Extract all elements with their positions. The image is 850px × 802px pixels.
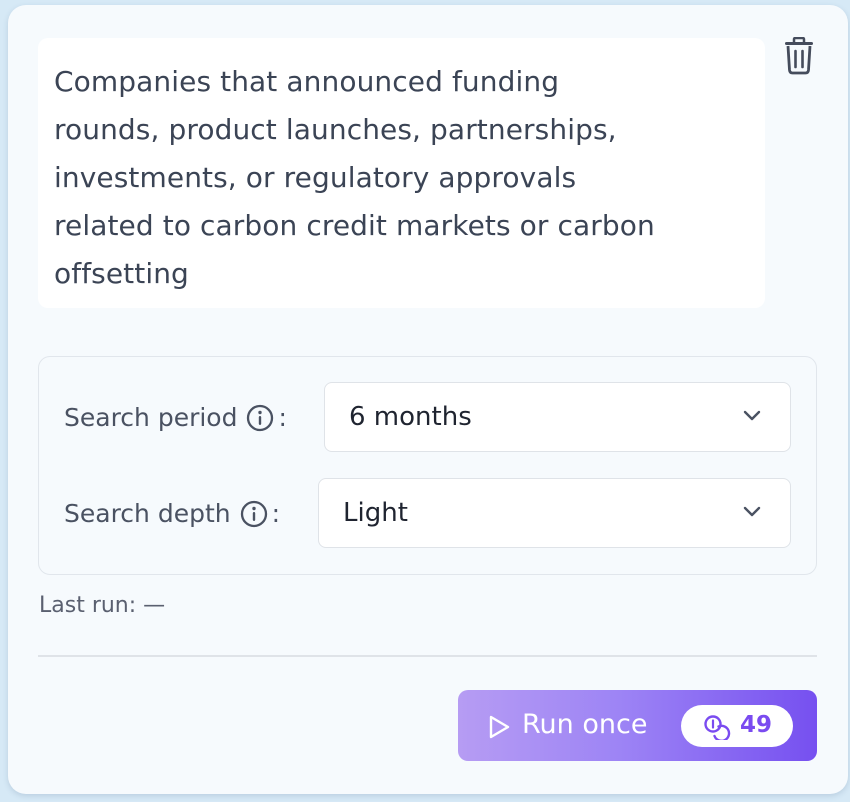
chevron-down-icon [743,506,761,517]
prompt-line: rounds, product launches, partnerships, [54,113,617,146]
run-once-button[interactable]: Run once 49 [458,690,817,761]
search-period-select[interactable]: 6 months [324,382,791,452]
prompt-line: Companies that announced funding [54,65,560,98]
divider [38,655,817,657]
prompt-text: Companies that announced funding rounds,… [54,58,749,298]
prompt-line: offsetting [54,257,189,290]
monitor-card: Companies that announced funding rounds,… [8,5,848,794]
prompt-box[interactable]: Companies that announced funding rounds,… [38,38,765,308]
search-period-text: Search period [64,403,238,432]
coins-icon [704,715,731,740]
credits-count: 49 [740,712,773,738]
credits-badge: 49 [681,705,793,747]
trash-icon [785,36,813,75]
colon: : [278,403,287,432]
search-period-value: 6 months [349,402,472,432]
info-icon[interactable] [240,500,268,528]
last-run-text: Last run: — [39,593,166,618]
play-icon [489,715,510,739]
chevron-down-icon [743,410,761,421]
delete-button[interactable] [782,36,816,75]
info-icon[interactable] [246,404,274,432]
search-depth-value: Light [343,498,408,528]
prompt-line: related to carbon credit markets or carb… [54,209,655,242]
prompt-line: investments, or regulatory approvals [54,161,577,194]
search-depth-text: Search depth [64,499,231,528]
colon: : [271,499,281,528]
search-period-label: Search period : [64,403,287,432]
settings-panel: Search period : 6 months Search depth : [38,356,817,575]
search-depth-label: Search depth : [64,499,280,528]
run-once-label: Run once [522,709,648,740]
search-depth-select[interactable]: Light [318,478,791,548]
